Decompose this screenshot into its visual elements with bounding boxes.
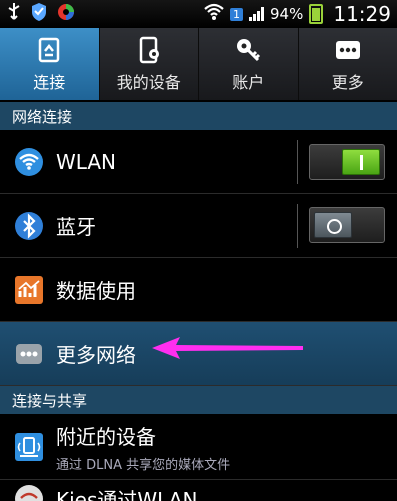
toggle-knob (314, 212, 352, 238)
tab-label: 更多 (331, 73, 364, 92)
list-item-kies[interactable]: Kies通过WLAN (0, 480, 397, 501)
status-bar: 1 94% 11:29 (0, 0, 397, 28)
bluetooth-toggle[interactable] (309, 207, 385, 243)
key-icon (237, 39, 261, 62)
data-usage-label: 数据使用 (56, 279, 136, 303)
settings-tabs: 连接 我的设备 账户 更多 (0, 28, 397, 101)
usb-icon (6, 2, 22, 26)
clock: 11:29 (333, 2, 391, 26)
section-header-network: 网络连接 (0, 102, 397, 130)
shield-icon (30, 2, 48, 26)
more-icon (335, 41, 360, 59)
battery-icon (309, 4, 324, 24)
tab-label: 连接 (33, 73, 66, 92)
more-networks-label: 更多网络 (56, 343, 136, 367)
nearby-devices-subtitle: 通过 DLNA 共享您的媒体文件 (56, 457, 231, 473)
divider (297, 140, 298, 184)
toggle-knob (342, 149, 380, 175)
tab-label: 账户 (232, 73, 265, 92)
section-header-share: 连接与共享 (0, 386, 397, 414)
list-item-nearby-devices[interactable]: 附近的设备 通过 DLNA 共享您的媒体文件 (0, 414, 397, 480)
wifi-status-icon (204, 3, 224, 25)
kies-label: Kies通过WLAN (56, 488, 198, 501)
tab-label: 我的设备 (116, 73, 181, 92)
tab-my-device[interactable]: 我的设备 (100, 28, 199, 100)
wifi-icon (14, 147, 44, 177)
bluetooth-icon (14, 211, 44, 241)
more-networks-icon (14, 339, 44, 369)
tab-accounts[interactable]: 账户 (199, 28, 299, 100)
app-icon (56, 2, 76, 26)
nearby-devices-icon (14, 432, 44, 462)
device-icon (139, 36, 159, 64)
pointer-arrow (152, 337, 303, 359)
notification-badge: 1 (230, 7, 244, 21)
wlan-label: WLAN (56, 149, 117, 174)
tab-more[interactable]: 更多 (299, 28, 397, 100)
connection-icon (39, 37, 60, 63)
chart-icon (14, 275, 44, 305)
nearby-devices-label: 附近的设备 (56, 424, 156, 449)
battery-percent: 94% (270, 5, 304, 23)
kies-icon (14, 484, 44, 501)
list-item-data-usage[interactable]: 数据使用 (0, 258, 397, 322)
bluetooth-label: 蓝牙 (56, 215, 96, 239)
wlan-toggle[interactable] (309, 144, 385, 180)
signal-icon (249, 7, 265, 21)
divider (297, 204, 298, 248)
tab-connection[interactable]: 连接 (0, 28, 100, 100)
